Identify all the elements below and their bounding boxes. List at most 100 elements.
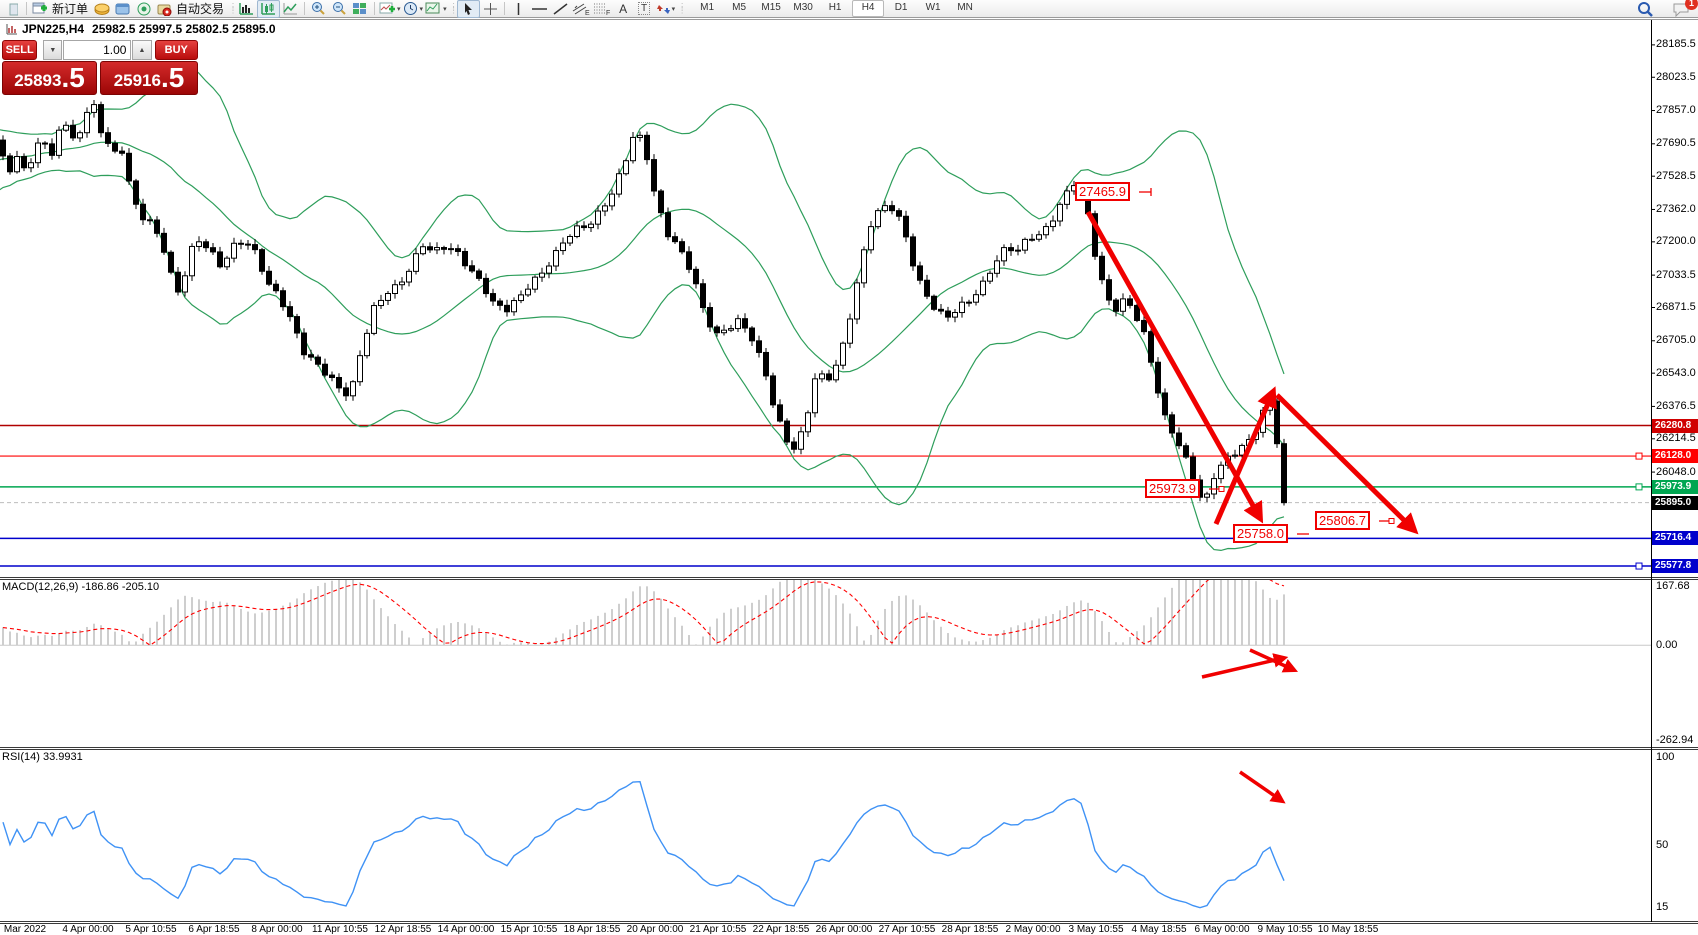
crosshair-icon xyxy=(483,2,498,16)
line-chart-button[interactable] xyxy=(280,1,301,17)
cursor-button[interactable] xyxy=(457,0,480,18)
chart-window-icon xyxy=(6,23,18,35)
vertical-line-button[interactable] xyxy=(508,1,529,17)
annotation-arrow[interactable] xyxy=(1277,395,1414,530)
candlestick-button[interactable] xyxy=(257,0,280,18)
new-order-button[interactable] xyxy=(30,1,51,17)
chart-canvas[interactable] xyxy=(0,0,1698,935)
timeframe-w1[interactable]: W1 xyxy=(918,0,948,15)
periods-button[interactable]: ▾ xyxy=(402,1,425,17)
time-axis-label: 22 Apr 18:55 xyxy=(753,924,810,935)
volume-input[interactable] xyxy=(63,40,131,60)
templates-button[interactable]: ▾ xyxy=(424,1,448,17)
time-axis-label: 21 Apr 10:55 xyxy=(690,924,747,935)
annotation-arrow[interactable] xyxy=(1240,772,1282,801)
rsi-line xyxy=(3,782,1284,908)
price-level-lines[interactable] xyxy=(0,426,1651,569)
ohlc-values: 25982.5 25997.5 25802.5 25895.0 xyxy=(92,22,276,36)
partial-icon xyxy=(8,2,18,16)
signal-button[interactable] xyxy=(133,1,154,17)
timeframe-mn[interactable]: MN xyxy=(950,0,980,15)
price-callout[interactable]: 25973.9 xyxy=(1145,479,1200,498)
timeframe-m5[interactable]: M5 xyxy=(724,0,754,15)
horizontal-line-icon xyxy=(531,2,548,16)
arrows-tool-button[interactable]: ▾ xyxy=(655,1,677,17)
price-tick-label: 27200.0 xyxy=(1656,235,1696,247)
timeframe-h1[interactable]: H1 xyxy=(820,0,850,15)
timeframe-toolbar: M1M5M15M30H1H4D1W1MN xyxy=(691,0,981,17)
notifications-button[interactable]: 1 xyxy=(1671,1,1692,17)
candlestick-icon xyxy=(260,1,277,16)
time-axis-label: 4 Apr 00:00 xyxy=(62,924,113,935)
crosshair-button[interactable] xyxy=(480,1,501,17)
timeframe-m1[interactable]: M1 xyxy=(692,0,722,15)
zoom-in-button[interactable] xyxy=(308,1,329,17)
window-button[interactable] xyxy=(112,1,133,17)
price-tick-label: 26705.0 xyxy=(1656,334,1696,346)
spin-up-icon: ▲ xyxy=(139,47,146,54)
rsi-axis-label: 15 xyxy=(1656,901,1668,913)
timeframe-m15[interactable]: M15 xyxy=(756,0,786,15)
main-pane[interactable] xyxy=(0,65,1651,569)
fibonacci-button[interactable]: F xyxy=(592,1,613,17)
price-callout[interactable]: 27465.9 xyxy=(1075,182,1130,201)
horizontal-line-button[interactable] xyxy=(529,1,550,17)
annotation-arrow[interactable] xyxy=(1088,212,1260,518)
timeframe-m30[interactable]: M30 xyxy=(788,0,818,15)
trendline-icon xyxy=(553,2,568,16)
rsi-axis-label: 50 xyxy=(1656,839,1668,851)
macd-pane[interactable] xyxy=(0,553,1651,677)
buy-price-display[interactable]: 25916.5 xyxy=(100,61,198,95)
time-axis-label: 12 Apr 18:55 xyxy=(375,924,432,935)
timeframe-h4[interactable]: H4 xyxy=(852,0,884,17)
autotrade-icon xyxy=(157,2,173,16)
fibonacci-icon: F xyxy=(593,1,612,16)
line-chart-icon xyxy=(282,1,299,16)
channel-button[interactable]: E xyxy=(571,1,592,17)
time-axis-label: 5 Apr 10:55 xyxy=(125,924,176,935)
trendline-button[interactable] xyxy=(550,1,571,17)
chart-title-bar: JPN225,H4 25982.5 25997.5 25802.5 25895.… xyxy=(6,22,276,36)
gold-button[interactable] xyxy=(91,1,112,17)
autotrade-button[interactable] xyxy=(154,1,175,17)
tile-windows-button[interactable] xyxy=(350,1,371,17)
time-axis-label: 2 May 00:00 xyxy=(1005,924,1060,935)
price-callout[interactable]: 25758.0 xyxy=(1233,524,1288,543)
zoom-out-button[interactable] xyxy=(329,1,350,17)
buy-button[interactable]: BUY xyxy=(155,40,198,60)
dropdown-arrow-icon: ▾ xyxy=(420,5,424,13)
text-button[interactable]: A xyxy=(613,1,634,17)
sell-price-display[interactable]: 25893.5 xyxy=(2,61,97,95)
text-label-button[interactable]: T xyxy=(634,1,655,17)
tile-windows-icon xyxy=(352,1,369,16)
volume-decrease-button[interactable]: ▼ xyxy=(43,40,62,60)
price-callout[interactable]: 25806.7 xyxy=(1315,511,1370,530)
time-axis-label: 11 Apr 10:55 xyxy=(312,924,368,935)
search-button[interactable] xyxy=(1634,1,1655,17)
sell-button[interactable]: SELL xyxy=(2,40,37,60)
time-axis-label: 9 May 10:55 xyxy=(1257,924,1312,935)
clipped-left-icon[interactable] xyxy=(2,1,23,17)
price-tick-label: 27690.5 xyxy=(1656,137,1696,149)
autotrade-label[interactable]: 自动交易 xyxy=(176,0,224,17)
indicators-button[interactable]: ▾ xyxy=(378,1,402,17)
svg-text:F: F xyxy=(606,10,610,16)
bar-chart-button[interactable] xyxy=(236,1,257,17)
price-tick-label: 26871.5 xyxy=(1656,301,1696,313)
dropdown-arrow-icon: ▾ xyxy=(397,5,401,13)
rsi-label: RSI(14) 33.9931 xyxy=(2,751,83,763)
text-icon: A xyxy=(619,2,627,16)
time-axis-label: 27 Apr 10:55 xyxy=(879,924,936,935)
one-click-trading-panel: SELL ▼ ▲ BUY 25893.5 25916.5 xyxy=(2,40,198,95)
time-axis-label: 4 May 18:55 xyxy=(1131,924,1186,935)
indicators-icon xyxy=(379,1,396,16)
cursor-icon xyxy=(462,2,475,16)
price-tick-label: 26543.0 xyxy=(1656,367,1696,379)
new-order-label[interactable]: 新订单 xyxy=(52,0,88,17)
annotation-arrow[interactable] xyxy=(1250,650,1294,670)
signal-icon xyxy=(136,2,152,16)
volume-increase-button[interactable]: ▲ xyxy=(132,40,151,60)
rsi-pane[interactable] xyxy=(3,772,1284,908)
timeframe-d1[interactable]: D1 xyxy=(886,0,916,15)
arrows-tool-icon xyxy=(656,2,671,16)
